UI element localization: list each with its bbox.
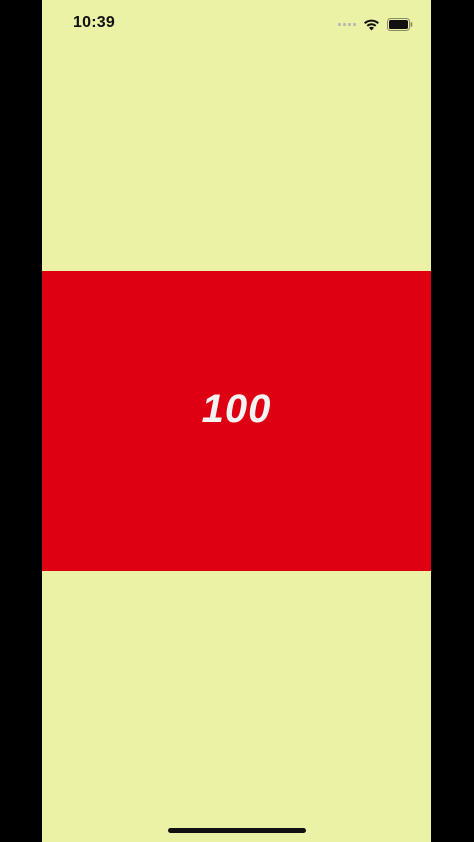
status-time: 10:39	[73, 14, 115, 31]
cellular-signal-icon	[338, 22, 356, 26]
value-banner: 100	[42, 271, 431, 571]
status-icons	[338, 15, 413, 33]
app-screen: 10:39 100	[42, 0, 431, 842]
home-indicator[interactable]	[168, 828, 306, 833]
value-label: 100	[201, 386, 272, 431]
status-bar: 10:39	[42, 0, 431, 48]
battery-icon	[387, 17, 413, 31]
wifi-icon	[363, 18, 380, 31]
